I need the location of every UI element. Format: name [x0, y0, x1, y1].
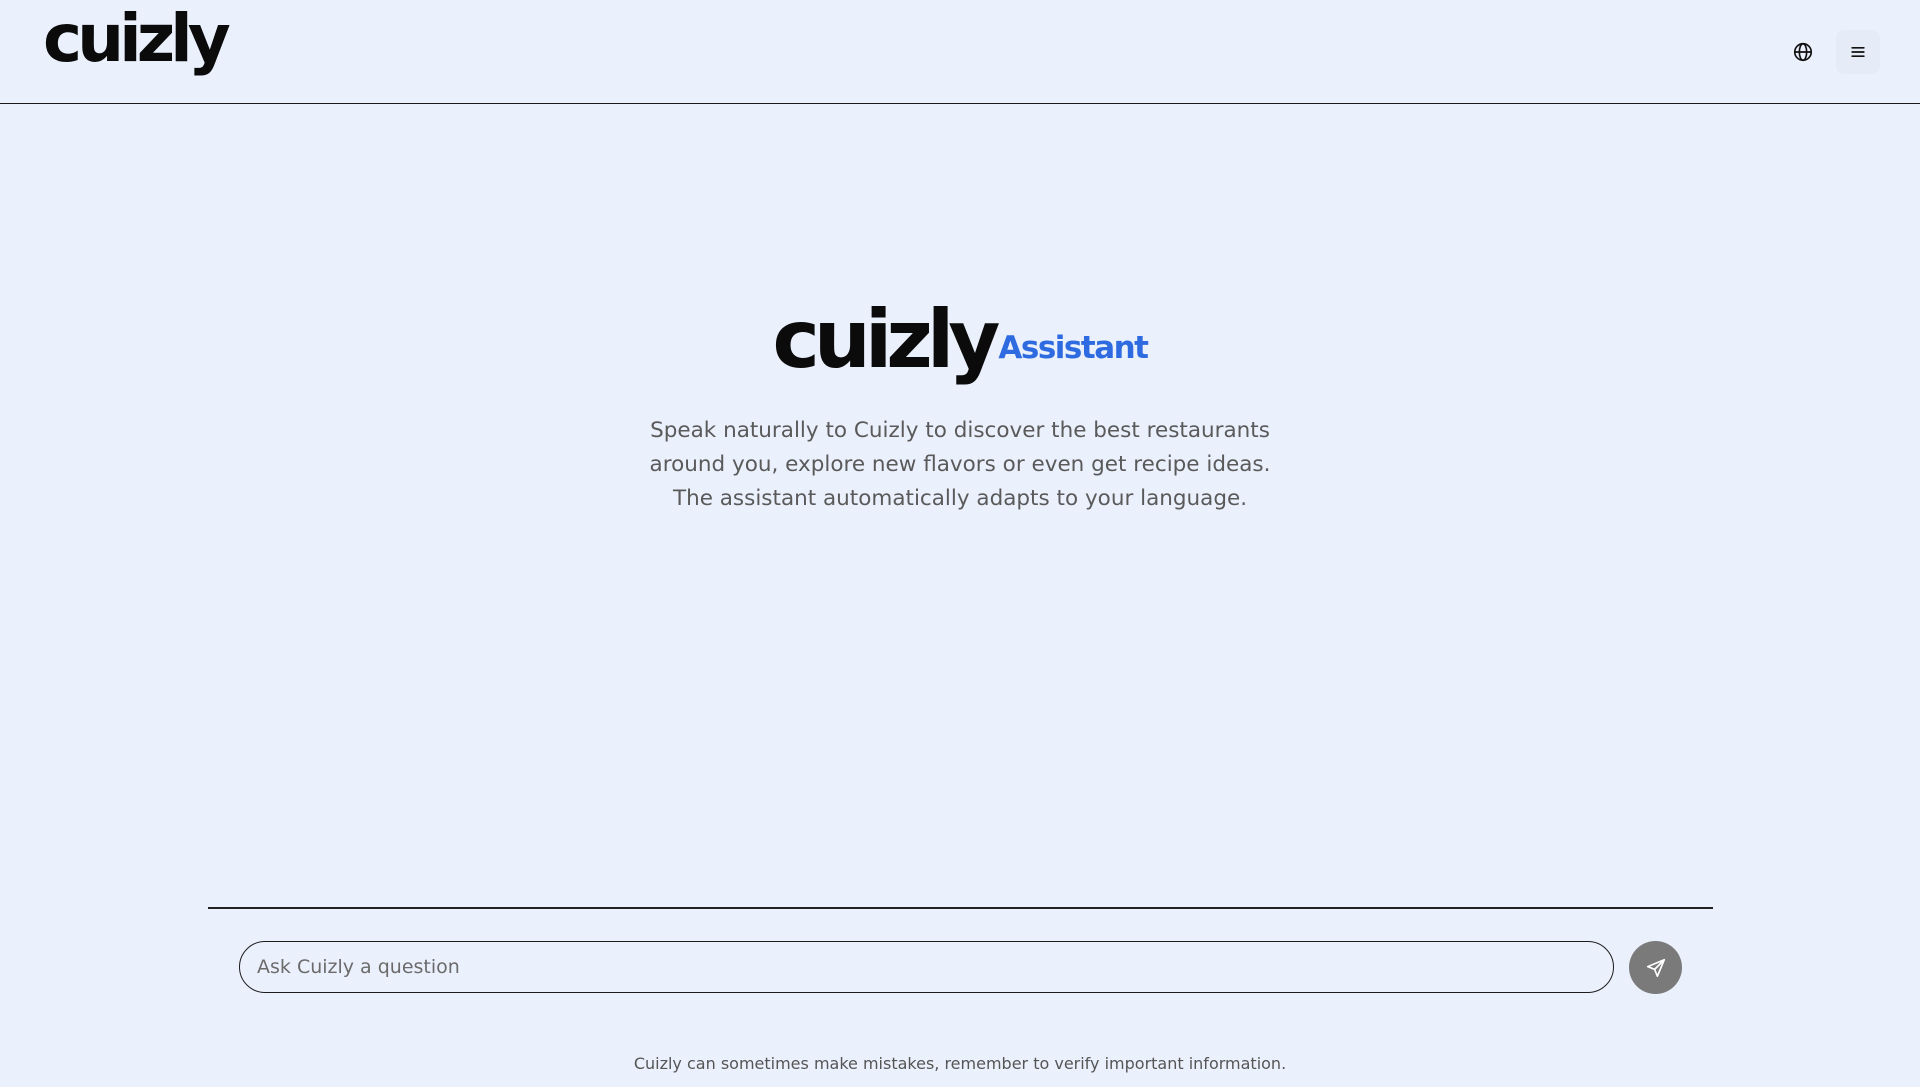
disclaimer-text: Cuizly can sometimes make mistakes, reme…: [633, 1054, 1287, 1073]
top-header: cuizly: [0, 0, 1920, 104]
send-button[interactable]: [1629, 941, 1682, 994]
intro-text: Speak naturally to Cuizly to discover th…: [649, 418, 1271, 511]
language-button[interactable]: [1781, 30, 1825, 74]
hero-subtitle: Assistant: [998, 330, 1149, 366]
assistant-brand: cuizly Assistant: [772, 293, 1149, 386]
hero-logo: cuizly: [772, 293, 1000, 386]
assistant-hero: cuizly Assistant Speak naturally to Cuiz…: [0, 300, 1920, 516]
hamburger-menu-icon: [1851, 47, 1865, 58]
question-input[interactable]: [239, 941, 1614, 993]
chat-divider: [208, 907, 1713, 909]
cuizly-logo[interactable]: cuizly: [43, 6, 231, 72]
globe-icon: [1793, 42, 1813, 62]
send-icon: [1646, 958, 1665, 977]
menu-button[interactable]: [1836, 30, 1880, 74]
